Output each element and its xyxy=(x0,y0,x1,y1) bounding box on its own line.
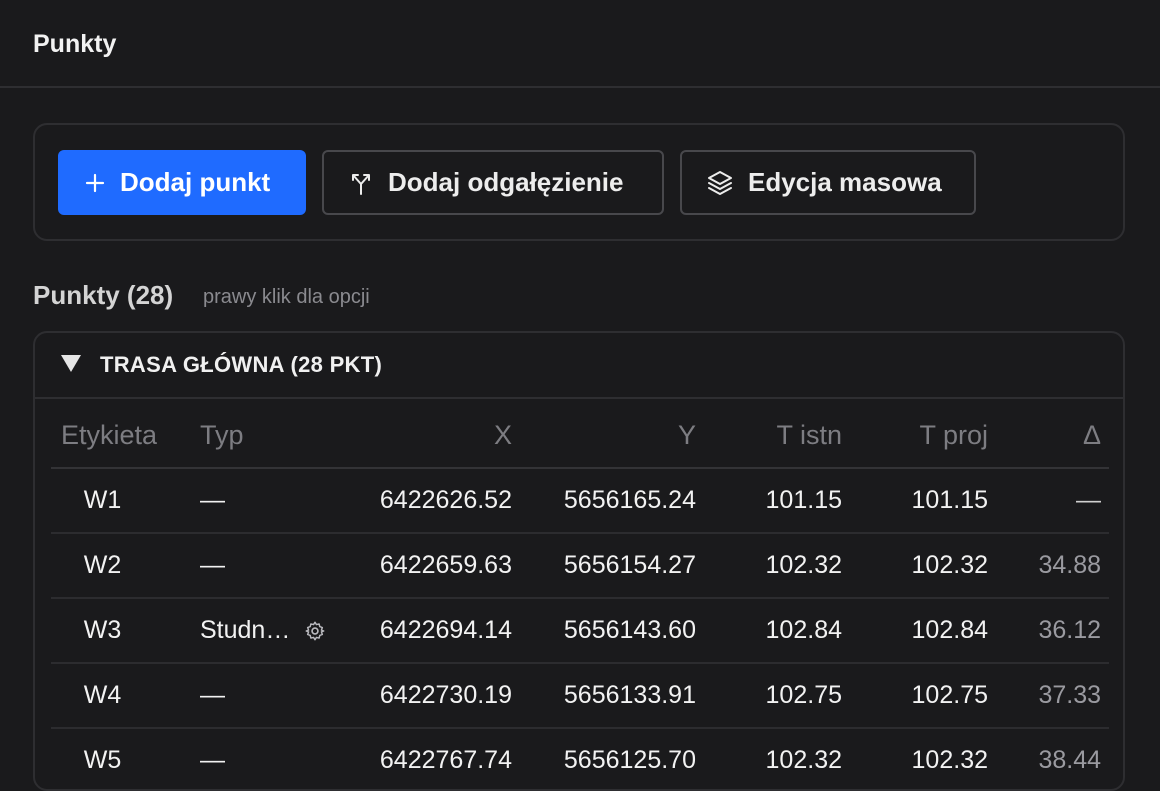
cell-y: 5656143.60 xyxy=(512,598,696,664)
plus-icon xyxy=(85,173,105,192)
table-header-row: Etykieta Typ X Y T istn T proj Δ xyxy=(51,403,1109,469)
cell-label: W5 xyxy=(51,728,194,789)
points-section-hint: prawy klik dla opcji xyxy=(203,286,370,308)
cell-x: 6422694.14 xyxy=(334,598,512,664)
points-table: Etykieta Typ X Y T istn T proj Δ W1 — 64… xyxy=(51,403,1109,789)
cell-t-istn: 101.15 xyxy=(696,468,842,534)
cell-type-text: Studn… xyxy=(200,616,291,644)
branch-icon xyxy=(352,173,370,195)
page-header: Punkty xyxy=(0,0,1160,88)
points-panel: TRASA GŁÓWNA (28 PKT) Etykieta Typ X Y T… xyxy=(33,331,1125,791)
mass-edit-button[interactable]: Edycja masowa xyxy=(680,150,976,215)
add-point-button[interactable]: Dodaj punkt xyxy=(58,150,306,215)
cell-t-istn: 102.32 xyxy=(696,728,842,789)
column-header-type[interactable]: Typ xyxy=(194,403,334,469)
cell-t-istn: 102.75 xyxy=(696,663,842,729)
cell-y: 5656125.70 xyxy=(512,728,696,789)
table-row[interactable]: W1 — 6422626.52 5656165.24 101.15 101.15… xyxy=(51,468,1109,534)
cell-type: — xyxy=(194,468,334,534)
cell-x: 6422767.74 xyxy=(334,728,512,789)
cell-y: 5656154.27 xyxy=(512,533,696,599)
cell-t-proj: 102.75 xyxy=(842,663,988,729)
table-row[interactable]: W5 — 6422767.74 5656125.70 102.32 102.32… xyxy=(51,728,1109,789)
cell-delta: 38.44 xyxy=(988,728,1109,789)
cell-label: W4 xyxy=(51,663,194,729)
page-title: Punkty xyxy=(33,30,117,58)
cell-x: 6422730.19 xyxy=(334,663,512,729)
group-label: TRASA GŁÓWNA (28 PKT) xyxy=(100,352,383,377)
toolbar: Dodaj punkt Dodaj odgałęzienie Edycja ma… xyxy=(33,123,1125,241)
add-branch-button[interactable]: Dodaj odgałęzienie xyxy=(322,150,664,215)
add-point-label: Dodaj punkt xyxy=(120,167,271,197)
cell-x: 6422659.63 xyxy=(334,533,512,599)
cell-delta: 34.88 xyxy=(988,533,1109,599)
cell-t-istn: 102.84 xyxy=(696,598,842,664)
cell-type: — xyxy=(194,533,334,599)
table-row[interactable]: W2 — 6422659.63 5656154.27 102.32 102.32… xyxy=(51,533,1109,599)
cell-y: 5656133.91 xyxy=(512,663,696,729)
table-row[interactable]: W3 Studn… 6422694.14 5656143.60 102.84 1… xyxy=(51,598,1109,664)
add-branch-label: Dodaj odgałęzienie xyxy=(388,167,624,197)
cell-t-proj: 102.84 xyxy=(842,598,988,664)
group-header-main-route[interactable]: TRASA GŁÓWNA (28 PKT) xyxy=(35,333,1123,399)
cell-x: 6422626.52 xyxy=(334,468,512,534)
table-row[interactable]: W4 — 6422730.19 5656133.91 102.75 102.75… xyxy=(51,663,1109,729)
gear-icon[interactable] xyxy=(304,620,326,642)
cell-delta: 36.12 xyxy=(988,598,1109,664)
column-header-x[interactable]: X xyxy=(334,403,512,469)
cell-type: Studn… xyxy=(194,598,334,664)
cell-label: W2 xyxy=(51,533,194,599)
cell-label: W1 xyxy=(51,468,194,534)
cell-label: W3 xyxy=(51,598,194,664)
triangle-down-icon[interactable] xyxy=(61,355,81,372)
column-header-y[interactable]: Y xyxy=(512,403,696,469)
cell-delta: — xyxy=(988,468,1109,534)
column-header-delta[interactable]: Δ xyxy=(988,403,1109,469)
cell-type: — xyxy=(194,728,334,789)
column-header-label[interactable]: Etykieta xyxy=(51,403,194,469)
cell-t-proj: 102.32 xyxy=(842,533,988,599)
cell-t-istn: 102.32 xyxy=(696,533,842,599)
points-section-title: Punkty (28) xyxy=(33,280,174,310)
column-header-t-istn[interactable]: T istn xyxy=(696,403,842,469)
column-header-t-proj[interactable]: T proj xyxy=(842,403,988,469)
layers-icon xyxy=(708,170,732,195)
cell-type: — xyxy=(194,663,334,729)
cell-y: 5656165.24 xyxy=(512,468,696,534)
cell-delta: 37.33 xyxy=(988,663,1109,729)
cell-t-proj: 101.15 xyxy=(842,468,988,534)
cell-t-proj: 102.32 xyxy=(842,728,988,789)
mass-edit-label: Edycja masowa xyxy=(748,167,942,197)
